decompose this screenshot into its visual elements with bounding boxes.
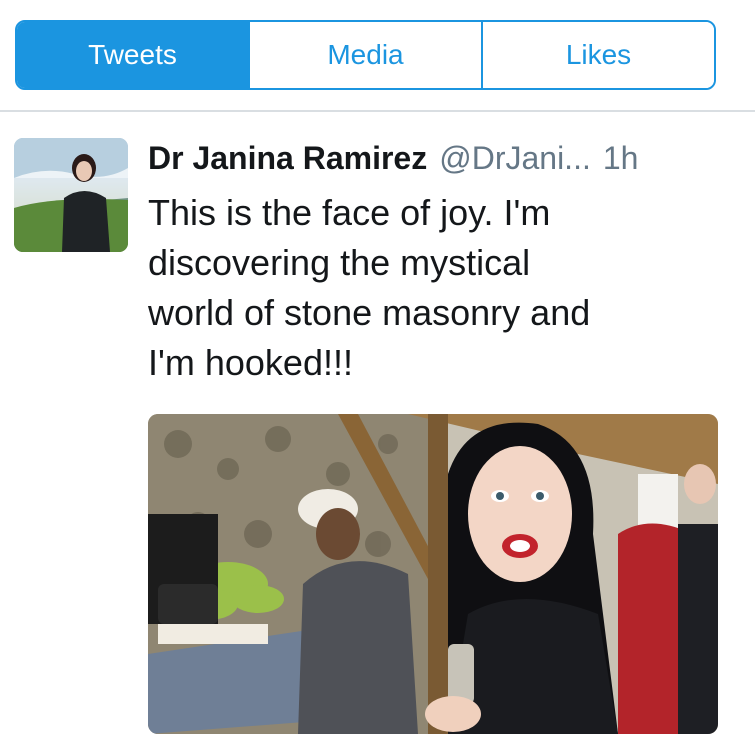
profile-tabs: Tweets Media Likes bbox=[15, 20, 716, 90]
tab-media[interactable]: Media bbox=[248, 22, 481, 88]
tweet-header: Dr Janina Ramirez @DrJani... 1h bbox=[148, 140, 638, 177]
divider bbox=[0, 110, 755, 112]
avatar[interactable] bbox=[14, 138, 128, 252]
tweet-text: This is the face of joy. I'm discovering… bbox=[148, 192, 591, 383]
author-handle[interactable]: @DrJani... bbox=[439, 140, 591, 176]
author-name[interactable]: Dr Janina Ramirez bbox=[148, 140, 427, 176]
tab-likes[interactable]: Likes bbox=[481, 22, 714, 88]
tweet-time[interactable]: 1h bbox=[603, 140, 639, 176]
tweet-photo[interactable] bbox=[148, 414, 718, 734]
tab-tweets[interactable]: Tweets bbox=[17, 22, 248, 88]
